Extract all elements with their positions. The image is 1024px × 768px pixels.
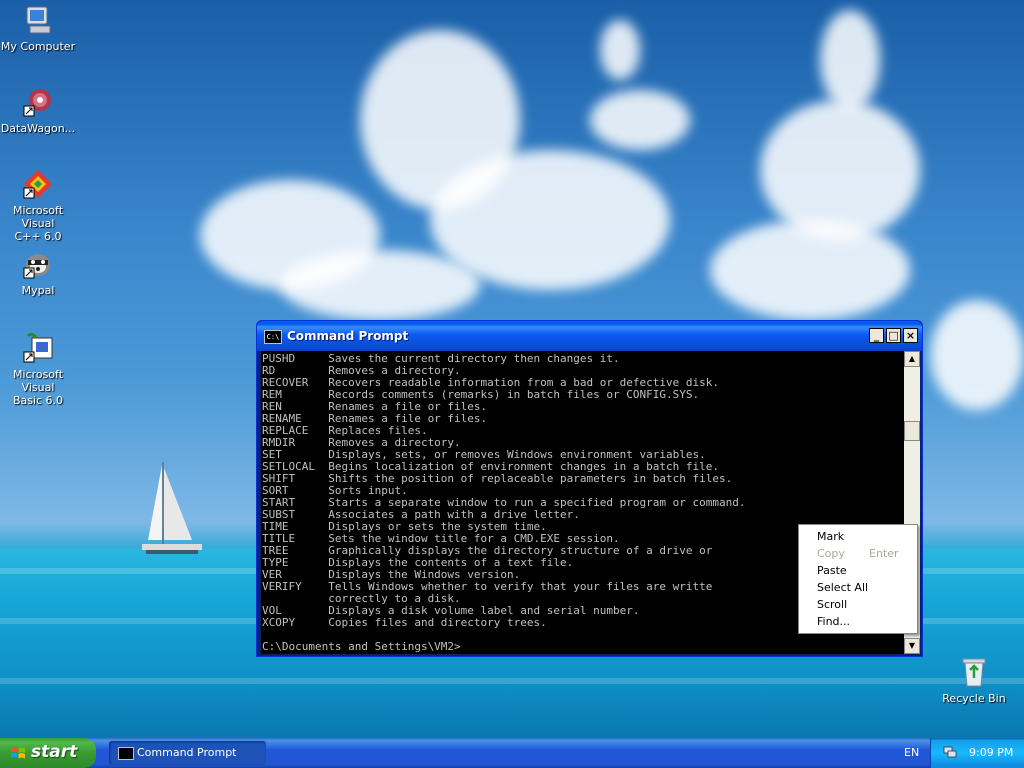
desktop-icon-mypal[interactable]: Mypal xyxy=(0,248,78,297)
menu-item-find[interactable]: Find... xyxy=(799,612,917,629)
mypal-icon xyxy=(22,248,54,280)
command-prompt-icon xyxy=(118,747,134,760)
datawagon-icon xyxy=(22,86,54,118)
desktop-icon-label: DataWagon... xyxy=(0,122,76,135)
my-computer-icon xyxy=(22,4,54,36)
start-button[interactable]: start xyxy=(0,738,96,768)
scroll-thumb[interactable] xyxy=(904,421,920,441)
desktop-icon-visual-basic[interactable]: Microsoft Visual Basic 6.0 xyxy=(0,332,78,407)
close-button[interactable]: × xyxy=(903,328,918,343)
menu-item-paste[interactable]: Paste xyxy=(799,561,917,578)
window-title: Command Prompt xyxy=(287,329,409,343)
windows-flag-icon xyxy=(11,747,25,759)
menu-item-mark[interactable]: Mark xyxy=(799,527,917,544)
maximize-button[interactable]: □ xyxy=(886,328,901,343)
scroll-down-button[interactable]: ▼ xyxy=(904,638,920,654)
desktop-icon-label: Microsoft Visual xyxy=(12,368,64,394)
menu-item-select-all[interactable]: Select All xyxy=(799,578,917,595)
visual-cpp-icon xyxy=(22,168,54,200)
desktop-icon-visual-cpp[interactable]: Microsoft Visual C++ 6.0 xyxy=(0,168,78,243)
desktop-icon-recycle-bin[interactable]: Recycle Bin xyxy=(934,656,1014,705)
minimize-button[interactable]: _ xyxy=(869,328,884,343)
desktop-icon-label: My Computer xyxy=(0,40,76,53)
context-menu[interactable]: Mark Copy Enter Paste Select All Scroll … xyxy=(798,524,918,634)
desktop-icon-label: C++ 6.0 xyxy=(14,230,62,243)
start-label: start xyxy=(31,742,78,762)
taskbar: start Command Prompt EN 9:09 PM xyxy=(0,738,1024,768)
menu-item-copy[interactable]: Copy Enter xyxy=(799,544,917,561)
clock[interactable]: 9:09 PM xyxy=(969,746,1013,759)
taskbar-button-command-prompt[interactable]: Command Prompt xyxy=(109,741,266,765)
desktop-icon-label: Basic 6.0 xyxy=(12,394,64,407)
desktop-icon-datawagon[interactable]: DataWagon... xyxy=(0,86,78,135)
desktop-icon-label: Mypal xyxy=(21,284,55,297)
command-prompt-icon: C:\ xyxy=(264,330,282,344)
recycle-bin-icon xyxy=(958,656,990,688)
desktop-icon-label: Microsoft Visual xyxy=(12,204,64,230)
sailboat-image xyxy=(142,462,202,554)
menu-item-shortcut: Enter xyxy=(869,547,899,560)
visual-basic-icon xyxy=(22,332,54,364)
scroll-up-button[interactable]: ▲ xyxy=(904,351,920,367)
desktop-icon-my-computer[interactable]: My Computer xyxy=(0,4,78,53)
taskbar-button-label: Command Prompt xyxy=(137,746,237,759)
menu-item-scroll[interactable]: Scroll xyxy=(799,595,917,612)
system-tray: 9:09 PM xyxy=(930,738,1024,768)
network-icon[interactable] xyxy=(943,745,957,759)
title-bar[interactable]: C:\ Command Prompt _ □ × xyxy=(257,321,922,351)
desktop-icon-label: Recycle Bin xyxy=(942,692,1006,705)
language-indicator[interactable]: EN xyxy=(904,746,919,759)
